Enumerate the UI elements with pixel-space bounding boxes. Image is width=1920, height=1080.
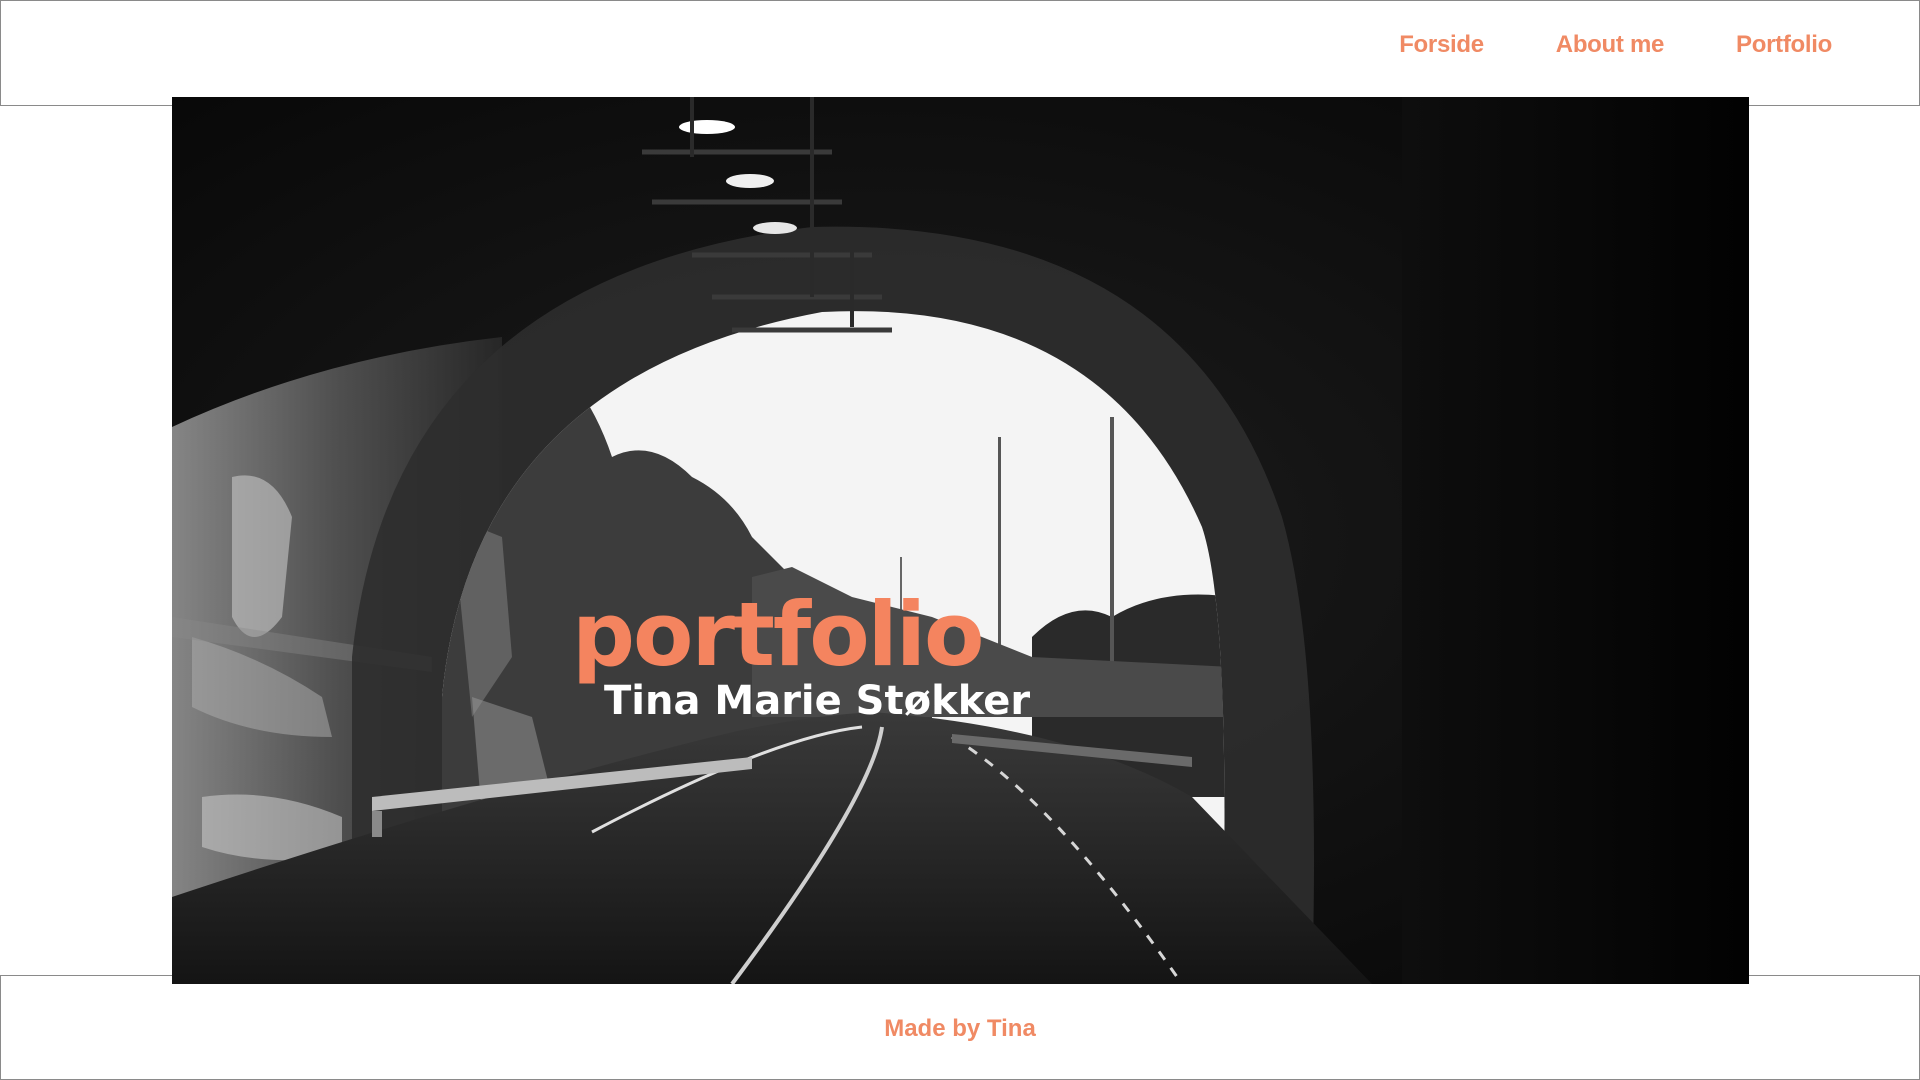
top-nav-bar: Forside About me Portfolio — [0, 0, 1920, 106]
hero-title: portfolio — [572, 583, 984, 686]
footer-text: Made by Tina — [884, 1015, 1036, 1042]
nav-links: Forside About me Portfolio — [1399, 31, 1832, 59]
nav-link-about-me[interactable]: About me — [1556, 31, 1665, 59]
nav-link-portfolio[interactable]: Portfolio — [1736, 31, 1832, 59]
page: Forside About me Portfolio portfolio Tin… — [0, 0, 1920, 1080]
nav-link-forside[interactable]: Forside — [1399, 31, 1484, 59]
footer: Made by Tina — [0, 975, 1920, 1080]
hero-section: portfolio Tina Marie Støkker — [172, 97, 1749, 984]
hero-subtitle: Tina Marie Støkker — [604, 678, 1031, 724]
tunnel-photo — [172, 97, 1749, 984]
